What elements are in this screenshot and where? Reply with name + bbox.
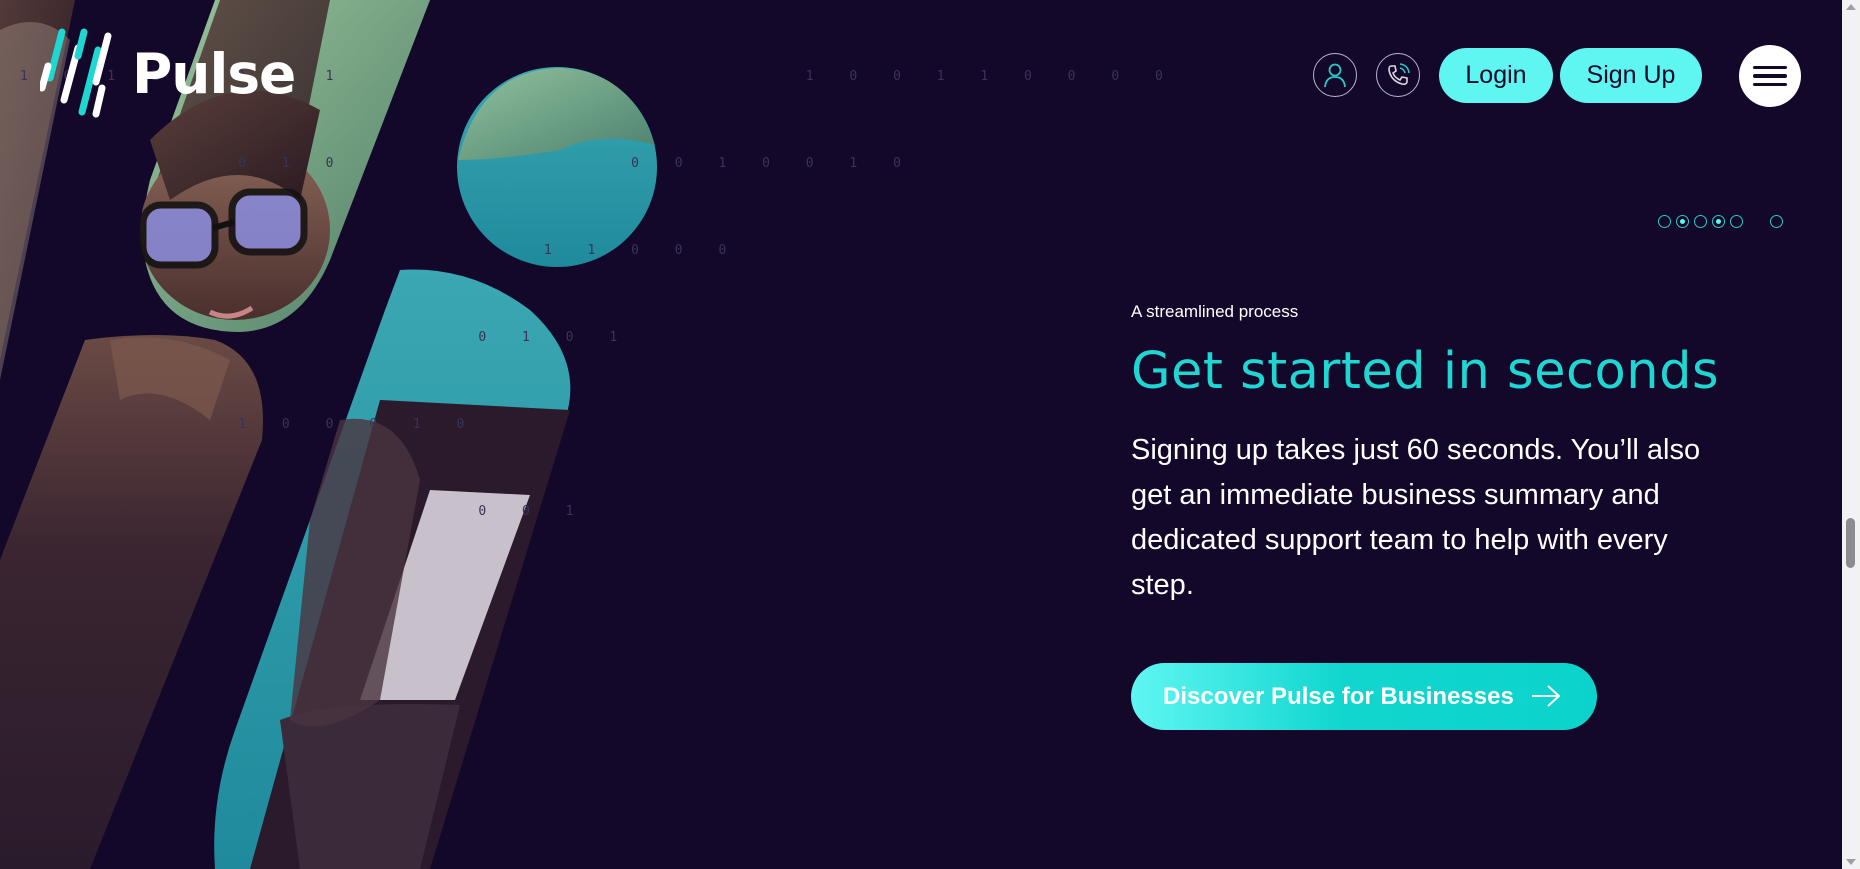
scroll-thumb[interactable] [1846,518,1855,568]
hamburger-menu-icon[interactable] [1739,45,1801,107]
eyebrow-text: A streamlined process [1131,302,1299,321]
scroll-down-icon[interactable] [1846,859,1856,865]
slider-dot-6[interactable] [1770,215,1783,228]
signup-button[interactable]: Sign Up [1560,48,1702,103]
cta-label: Discover Pulse for Businesses [1163,682,1514,710]
slider-dot-5[interactable] [1730,215,1743,228]
contact-button[interactable] [1376,53,1420,97]
hero-content: A streamlined process Get started in sec… [1131,302,1751,608]
discover-businesses-button[interactable]: Discover Pulse for Businesses [1131,663,1597,730]
scroll-up-icon[interactable] [1846,4,1856,10]
account-button[interactable] [1313,53,1357,97]
slider-dot-4[interactable] [1712,215,1725,228]
slider-dots [1658,215,1783,228]
arrow-right-icon [1532,685,1561,707]
slider-dot-3[interactable] [1694,215,1707,228]
login-button[interactable]: Login [1439,48,1553,103]
hero-headline: Get started in seconds [1131,342,1720,401]
page-scrollbar[interactable] [1842,0,1860,869]
slider-dot-1[interactable] [1658,215,1671,228]
hero-imagery: 1 0 1 1 1 1 1 1 1 0 0 1 1 0 0 0 0 0 1 0 … [0,0,1163,869]
header-actions: Login Sign Up [0,45,1860,107]
hero-body: Signing up takes just 60 seconds. You’ll… [1131,434,1701,602]
user-icon [1324,63,1346,88]
slider-dot-2[interactable] [1676,215,1689,228]
phone-icon [1388,63,1410,86]
page: 1 0 1 1 1 1 1 1 1 0 0 1 1 0 0 0 0 0 1 0 … [0,0,1860,869]
